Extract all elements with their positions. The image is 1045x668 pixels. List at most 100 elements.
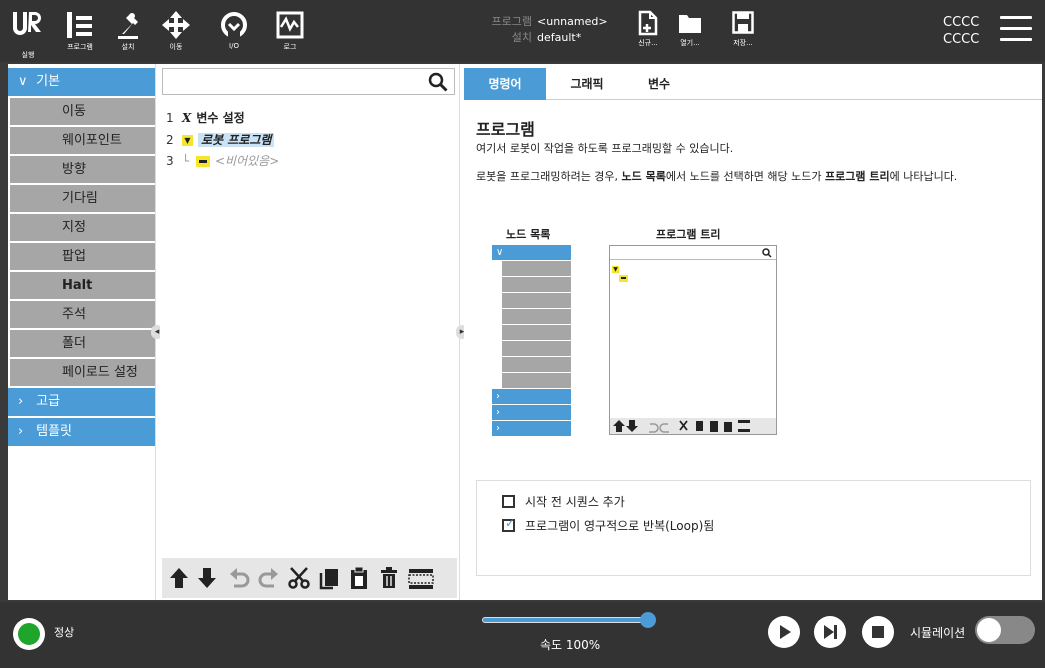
program-tree-panel: 1 X 변수 설정 2 ▼ 로봇 프로그램 3 └ <비어있음> <box>160 64 460 600</box>
speed-slider-track <box>482 617 650 623</box>
page-title: 프로그램 <box>476 120 535 139</box>
simulation-toggle[interactable] <box>975 616 1035 644</box>
tree-node-empty[interactable]: 3 └ <비어있음> <box>166 151 279 171</box>
open-file-label: 열기... <box>680 39 700 47</box>
step-button[interactable] <box>814 616 846 648</box>
robot-status-indicator[interactable] <box>13 618 45 650</box>
diagram-node-list-label: 노드 목록 <box>506 228 551 241</box>
simulation-label: 시뮬레이션 <box>910 626 966 640</box>
nav-move-label: 이동 <box>169 43 183 51</box>
loop-forever-checkbox[interactable] <box>502 516 515 532</box>
chevron-right-icon: › <box>18 424 24 439</box>
basic-command-list: 이동 웨이포인트 방향 기다림 지정 팝업 Halt 주석 폴더 페이로드 설정 <box>8 98 155 386</box>
category-templates-label: 템플릿 <box>36 424 73 439</box>
tab-variables[interactable]: 변수 <box>624 68 694 100</box>
command-item[interactable]: 폴더 <box>10 330 155 357</box>
open-folder-icon <box>679 15 701 33</box>
diagram-item <box>502 261 571 276</box>
diagram-toolbar <box>610 418 776 434</box>
copy-icon[interactable] <box>318 566 340 590</box>
tree-connector: └ <box>182 154 190 168</box>
tree-node-variables-setup[interactable]: 1 X 변수 설정 <box>166 108 245 128</box>
tab-graphics[interactable]: 그래픽 <box>552 68 622 100</box>
nav-program-button[interactable]: 프로그램 <box>56 4 104 58</box>
diagram-item <box>502 357 571 372</box>
nav-run-button[interactable]: 실행 <box>10 50 46 60</box>
instructions-node-list: 노드 목록 <box>621 170 666 183</box>
move-up-icon[interactable] <box>168 566 190 590</box>
step-icon <box>824 625 837 639</box>
new-file-icon <box>638 10 658 36</box>
tree-node-label: <비어있음> <box>215 154 280 168</box>
nav-installation-button[interactable]: 설치 <box>104 4 152 58</box>
search-icon[interactable] <box>428 72 448 92</box>
cut-icon[interactable] <box>288 566 310 590</box>
category-templates[interactable]: › 템플릿 <box>8 418 155 446</box>
option-before-start-label: 시작 전 시퀀스 추가 <box>525 495 625 509</box>
instructions-program-tree: 프로그램 트리 <box>825 170 890 183</box>
command-item[interactable]: Halt <box>10 272 155 299</box>
before-start-checkbox[interactable] <box>502 495 515 508</box>
delete-icon[interactable] <box>378 566 400 590</box>
program-icon <box>67 12 92 38</box>
top-bar: 프로그램 실행 설치 이동 I/O 로그 프로그램 <unnamed> 설치 d… <box>0 0 1045 62</box>
command-detail-panel: 명령어 그래픽 변수 프로그램 여기서 로봇이 작업을 하도록 프로그래밍할 수… <box>464 64 1042 600</box>
instructions-text: 로봇을 프로그래밍하려는 경우, 노드 목록에서 노드를 선택하면 해당 노드가… <box>476 170 1036 184</box>
nav-installation-label: 설치 <box>121 43 135 51</box>
new-file-button[interactable]: 신규... <box>628 10 668 56</box>
paste-icon[interactable] <box>348 566 370 590</box>
command-item[interactable]: 기다림 <box>10 185 155 212</box>
undo-icon[interactable] <box>228 566 250 590</box>
command-item[interactable]: 방향 <box>10 156 155 183</box>
tree-node-robot-program[interactable]: 2 ▼ 로봇 프로그램 <box>166 130 275 150</box>
tab-command[interactable]: 명령어 <box>464 68 546 100</box>
diagram-category: ∨ <box>492 245 571 260</box>
nav-log-label: 로그 <box>283 43 297 51</box>
hamburger-menu-icon[interactable] <box>1000 16 1032 42</box>
play-icon <box>780 625 791 639</box>
nav-move-button[interactable]: 이동 <box>152 4 200 58</box>
option-loop-forever-label: 프로그램이 영구적으로 반복(Loop)됨 <box>525 519 715 533</box>
category-advanced[interactable]: › 고급 <box>8 388 155 416</box>
nav-log-button[interactable]: 로그 <box>266 4 314 58</box>
expand-triangle-icon[interactable]: ▼ <box>182 135 193 146</box>
search-icon <box>762 248 772 258</box>
speed-slider[interactable] <box>482 612 656 628</box>
nav-io-button[interactable]: I/O <box>210 4 258 58</box>
category-basic-label: 기본 <box>36 74 61 89</box>
command-item[interactable]: 주석 <box>10 301 155 328</box>
installation-icon <box>118 13 138 39</box>
tree-search-input[interactable] <box>162 68 455 95</box>
io-icon <box>221 12 247 38</box>
chevron-right-icon: › <box>18 394 24 409</box>
command-item[interactable]: 웨이포인트 <box>10 127 155 154</box>
detail-tabs: 명령어 그래픽 변수 <box>464 68 1042 100</box>
category-advanced-label: 고급 <box>36 394 61 409</box>
command-item[interactable]: 지정 <box>10 214 155 241</box>
main-area: ∨ 기본 이동 웨이포인트 방향 기다림 지정 팝업 Halt 주석 폴더 페이로드 설정 › 고… <box>8 64 1042 600</box>
command-item[interactable]: 페이로드 설정 <box>10 359 155 386</box>
diagram-category: › <box>492 389 571 404</box>
stop-button[interactable] <box>862 616 894 648</box>
instructions-part: 에 나타납니다. <box>889 170 958 183</box>
redo-icon[interactable] <box>258 566 280 590</box>
log-icon <box>276 11 304 39</box>
suppress-icon[interactable] <box>408 566 434 590</box>
option-before-start[interactable]: 시작 전 시퀀스 추가 <box>502 493 625 510</box>
instructions-part: 에서 노드를 선택하면 해당 노드가 <box>665 170 826 183</box>
page-description: 여기서 로봇이 작업을 하도록 프로그래밍할 수 있습니다. <box>476 142 734 155</box>
save-icon <box>732 11 754 34</box>
diagram-category: › <box>492 405 571 420</box>
option-loop-forever[interactable]: 프로그램이 영구적으로 반복(Loop)됨 <box>502 516 715 534</box>
play-button[interactable] <box>768 616 800 648</box>
diagram-toolbar-icons <box>613 420 750 433</box>
diagram-empty-node-icon <box>619 275 628 282</box>
speed-slider-knob[interactable] <box>640 612 656 628</box>
open-file-button[interactable]: 열기... <box>670 10 710 56</box>
command-item[interactable]: 이동 <box>10 98 155 125</box>
diagram-search-bar <box>610 246 776 260</box>
move-down-icon[interactable] <box>196 566 218 590</box>
category-basic[interactable]: ∨ 기본 <box>8 68 155 96</box>
command-item[interactable]: 팝업 <box>10 243 155 270</box>
save-file-button[interactable]: 저장... <box>723 10 763 56</box>
